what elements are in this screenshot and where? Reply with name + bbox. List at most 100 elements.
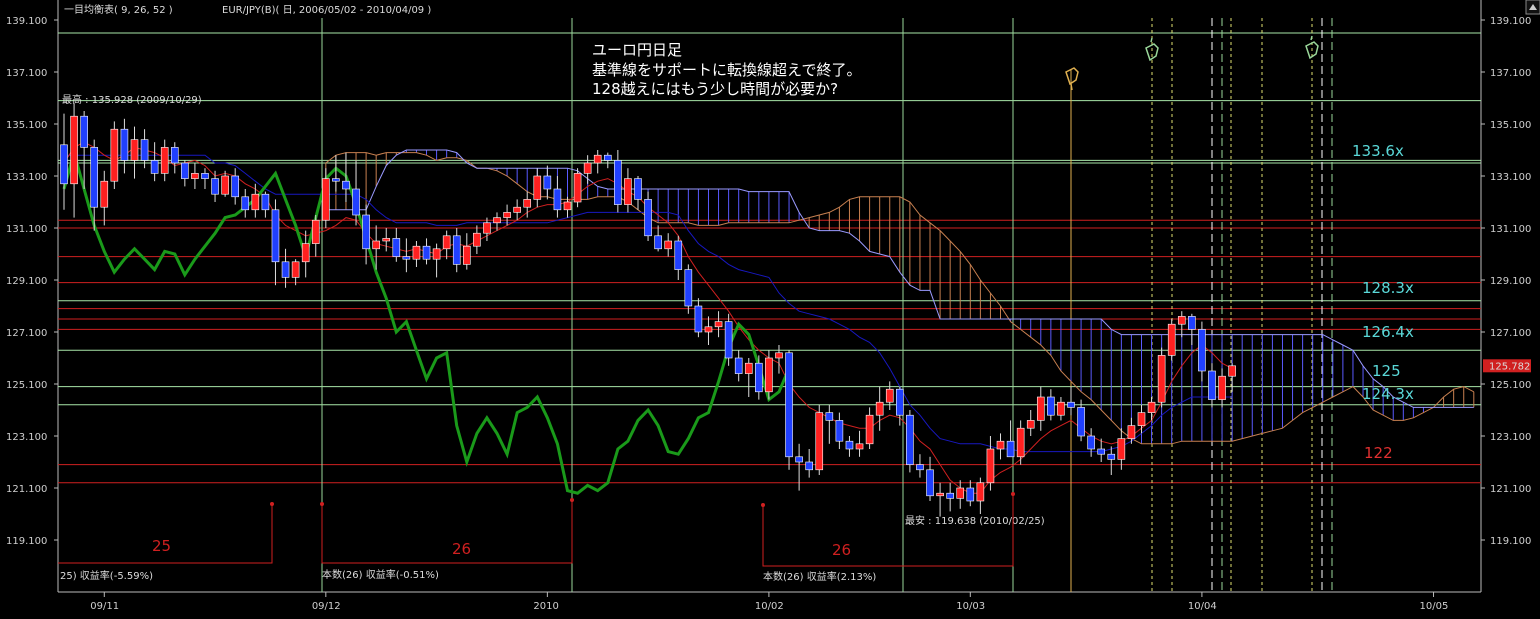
candle-bullish — [372, 240, 380, 250]
candle-bearish — [181, 162, 189, 179]
candle-bearish — [1077, 407, 1085, 437]
x-tick-label: 10/02 — [755, 601, 784, 612]
candle-bearish — [170, 147, 179, 164]
candle-bullish — [1177, 316, 1186, 325]
candle-bullish — [1228, 365, 1236, 377]
candle-bullish — [533, 175, 542, 200]
candle-bearish — [241, 196, 250, 211]
candle-bullish — [160, 147, 169, 174]
candle-bullish — [503, 212, 511, 218]
y-tick-label-left: 119.100 — [6, 536, 47, 547]
candle-bullish — [1147, 401, 1156, 413]
candle-bearish — [845, 440, 854, 450]
candle-bullish — [523, 199, 532, 208]
candle-bearish — [281, 261, 290, 278]
candle-bearish — [271, 209, 280, 263]
candle-bearish — [392, 238, 401, 257]
candle-bullish — [382, 238, 391, 242]
candle-bearish — [724, 321, 733, 359]
candle-bearish — [966, 487, 975, 502]
y-tick-label-left: 135.100 — [6, 120, 47, 131]
candle-bearish — [644, 199, 652, 237]
y-tick-label-right: 135.100 — [1490, 120, 1531, 131]
candle-bullish — [624, 178, 632, 205]
candle-bearish — [150, 160, 159, 174]
y-tick-label-right: 133.100 — [1490, 172, 1531, 183]
ichimoku-chart: 139.100 139.100 137.100 137.100 135.100 135.1… — [0, 0, 1540, 619]
count-return-label: 25) 収益率(-5.59%) — [60, 569, 153, 582]
candle-bearish — [684, 269, 693, 307]
level-label-126-4: 126.4x — [1362, 323, 1414, 341]
candle-bullish — [110, 128, 119, 182]
level-label-128-3: 128.3x — [1362, 279, 1414, 297]
candle-bearish — [926, 469, 934, 497]
y-tick-label-right: 123.100 — [1490, 432, 1531, 443]
candle-bearish — [543, 175, 552, 190]
candle-bullish — [815, 412, 824, 471]
candle-bullish — [251, 193, 260, 211]
annotation-line-3: 128越えにはもう少し時間が必要か? — [592, 80, 838, 98]
y-tick-label-right: 125.100 — [1490, 380, 1531, 391]
y-tick-label-left: 133.100 — [6, 172, 47, 183]
candle-bullish — [1016, 427, 1025, 458]
candle-bearish — [261, 193, 270, 211]
candle-bullish — [130, 139, 139, 161]
candle-bullish — [563, 201, 572, 211]
count-return-label: 本数(26) 収益率(-0.51%) — [322, 568, 439, 581]
candle-bullish — [936, 492, 944, 497]
candle-bearish — [634, 178, 642, 200]
candle-bullish — [70, 115, 78, 185]
candle-bullish — [996, 440, 1005, 450]
candle-bullish — [442, 235, 451, 250]
candle-bearish — [1208, 370, 1216, 400]
annotation-line-2: 基準線をサポートに転換線超えで終了。 — [592, 61, 862, 79]
candle-bearish — [332, 178, 340, 182]
candle-bearish — [1198, 329, 1206, 372]
candle-bearish — [1067, 401, 1075, 408]
symbol-info: EUR/JPY(B)( 日, 2006/05/02 - 2010/04/09 ) — [222, 5, 431, 16]
candle-bullish — [744, 362, 753, 374]
candle-bearish — [835, 420, 844, 442]
candle-bullish — [1157, 355, 1166, 403]
candle-bearish — [825, 412, 834, 421]
candle-bearish — [674, 240, 683, 270]
candle-bearish — [795, 456, 803, 463]
count-return-label: 本数(26) 収益率(2.13%) — [763, 570, 876, 583]
annotation-line-1: ユーロ円日足 — [592, 41, 682, 59]
candle-bearish — [734, 357, 743, 374]
candle-bearish — [1006, 440, 1015, 458]
candle-bullish — [956, 487, 965, 499]
candle-bearish — [1107, 453, 1116, 460]
candle-bullish — [855, 443, 864, 450]
candle-bearish — [694, 305, 703, 333]
x-tick-label: 09/12 — [312, 601, 341, 612]
candle-bearish — [805, 461, 813, 471]
candle-bullish — [1117, 438, 1126, 460]
candle-bullish — [714, 321, 723, 328]
candle-bearish — [553, 188, 562, 211]
y-tick-label-right: 127.100 — [1490, 328, 1531, 339]
count-number: 25 — [152, 537, 171, 555]
candle-bullish — [432, 248, 441, 260]
y-tick-label-left: 139.100 — [6, 16, 47, 27]
indicator-label: 一目均衡表( 9, 26, 52 ) — [64, 3, 173, 16]
candle-bullish — [462, 245, 471, 265]
y-tick-label-right: 137.100 — [1490, 68, 1531, 79]
candle-bullish — [493, 217, 501, 224]
candle-bearish — [402, 256, 411, 260]
x-tick-label: 2010 — [533, 601, 558, 612]
candle-bullish — [513, 206, 521, 213]
max-price-label: 最高 : 135.928 (2009/10/29) — [62, 93, 202, 106]
candle-bullish — [1057, 401, 1065, 416]
y-tick-label-left: 121.100 — [6, 484, 47, 495]
y-tick-label-right: 119.100 — [1490, 536, 1531, 547]
y-tick-label-left: 127.100 — [6, 328, 47, 339]
candle-bearish — [916, 464, 924, 471]
candle-bearish — [946, 492, 954, 499]
candle-bullish — [291, 261, 300, 278]
candle-bearish — [120, 128, 129, 161]
candle-bullish — [1167, 323, 1176, 356]
candle-bullish — [301, 243, 310, 263]
candle-bullish — [221, 175, 229, 195]
candle-bullish — [573, 173, 582, 203]
